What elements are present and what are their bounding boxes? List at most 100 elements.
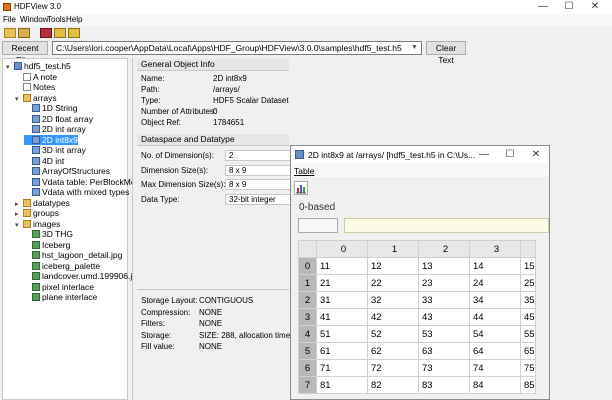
object-tree[interactable]: ▾ hdf5_test.h5 A note Notes ▾ arrays 1D String… [2, 58, 147, 400]
info-value[interactable]: 8 x 9 [225, 179, 293, 190]
row-header[interactable]: 6 [298, 359, 317, 377]
row-header[interactable]: 5 [298, 342, 317, 360]
tree-item[interactable]: plane interlace [24, 292, 97, 302]
column-header[interactable]: 2 [418, 240, 470, 258]
table-cell[interactable]: 52 [367, 325, 419, 343]
tree-item[interactable]: Vdata table: PerBlockMetad [24, 177, 147, 187]
table-cell[interactable]: 81 [316, 376, 368, 394]
column-header[interactable]: 3 [469, 240, 521, 258]
menu-help[interactable]: Help [66, 15, 82, 24]
tree-item[interactable]: ▾ images [15, 219, 60, 229]
table-cell[interactable]: 41 [316, 308, 368, 326]
tree-item[interactable]: 3D int array [24, 145, 86, 155]
table-cell[interactable]: 21 [316, 274, 368, 292]
table-cell[interactable]: 24 [469, 274, 521, 292]
chevron-down-icon[interactable]: ▼ [411, 44, 418, 51]
row-header[interactable]: 7 [298, 376, 317, 394]
table-cell[interactable]: 62 [367, 342, 419, 360]
table-cell[interactable]: 85 [520, 376, 536, 394]
tree-item[interactable]: Iceberg [24, 240, 70, 250]
row-header[interactable]: 1 [298, 274, 317, 292]
save-icon[interactable] [54, 28, 66, 38]
table-cell[interactable]: 11 [316, 257, 368, 275]
data-table[interactable]: 0123 0 11 12 13 14 15 1 21 22 23 24 25 2 31 32 33 34 35 3 4… [298, 240, 536, 394]
table-cell[interactable]: 45 [520, 308, 536, 326]
open-file-icon[interactable] [18, 28, 30, 38]
recent-files-button[interactable]: Recent Files [2, 41, 48, 65]
table-cell[interactable]: 64 [469, 342, 521, 360]
tree-item[interactable]: 1D String [24, 103, 77, 113]
info-value[interactable]: 8 x 9 [225, 164, 293, 176]
tree-item[interactable]: ArrayOfStructures [24, 166, 110, 176]
table-cell[interactable]: 25 [520, 274, 536, 292]
tree-item[interactable]: 2D int8x9 [24, 134, 78, 145]
minimize-icon[interactable]: — [471, 148, 497, 162]
menu-table[interactable]: Table [294, 166, 314, 176]
menu-tools[interactable]: Tools [47, 15, 66, 24]
table-cell[interactable]: 74 [469, 359, 521, 377]
tree-item[interactable]: iceberg_palette [24, 261, 100, 271]
table-cell[interactable]: 53 [418, 325, 470, 343]
tree-item[interactable]: Notes [15, 82, 55, 92]
table-cell[interactable]: 71 [316, 359, 368, 377]
tree-item[interactable]: ▾ hdf5_test.h5 [6, 61, 71, 71]
open-folder-icon[interactable] [4, 28, 16, 38]
clear-text-button[interactable]: Clear Text [426, 41, 466, 65]
table-cell[interactable]: 55 [520, 325, 536, 343]
row-header[interactable]: 0 [298, 257, 317, 275]
table-cell[interactable]: 23 [418, 274, 470, 292]
table-cell[interactable]: 42 [367, 308, 419, 326]
tree-item[interactable]: ▸ datatypes [15, 198, 70, 208]
tree-item[interactable]: pixel interlace [24, 282, 94, 292]
table-cell[interactable]: 51 [316, 325, 368, 343]
tree-item[interactable]: A note [15, 72, 57, 82]
chevron-down-icon[interactable]: ▾ [15, 95, 23, 105]
menu-file[interactable]: File [3, 15, 16, 24]
tree-item[interactable]: 4D int [24, 156, 64, 166]
table-cell[interactable]: 33 [418, 291, 470, 309]
table-cell[interactable]: 44 [469, 308, 521, 326]
save-as-icon[interactable] [68, 28, 80, 38]
cell-value-field[interactable] [344, 218, 549, 233]
table-cell[interactable]: 15 [520, 257, 536, 275]
row-header[interactable]: 3 [298, 308, 317, 326]
close-icon[interactable]: ✕ [523, 148, 549, 162]
table-cell[interactable]: 83 [418, 376, 470, 394]
table-cell[interactable]: 75 [520, 359, 536, 377]
maximize-icon[interactable]: ☐ [497, 148, 523, 162]
column-header[interactable]: 1 [367, 240, 419, 258]
tree-item[interactable]: ▸ groups [15, 208, 59, 218]
tree-item[interactable]: 2D float array [24, 114, 93, 124]
tree-item[interactable]: hst_lagoon_detail.jpg [24, 250, 122, 260]
table-cell[interactable]: 54 [469, 325, 521, 343]
table-cell[interactable]: 63 [418, 342, 470, 360]
menu-window[interactable]: Window [20, 15, 48, 24]
tree-item[interactable]: Vdata with mixed types [24, 187, 129, 197]
tree-item[interactable]: 3D THG [24, 229, 73, 239]
chevron-down-icon[interactable]: ▾ [15, 221, 23, 231]
tree-item[interactable]: ▾ arrays [15, 93, 57, 103]
table-cell[interactable]: 61 [316, 342, 368, 360]
column-header[interactable] [520, 240, 536, 258]
tree-item[interactable]: 2D int array [24, 124, 86, 134]
file-path-input[interactable]: C:\Users\lori.cooper\AppData\Local\Apps\… [52, 41, 422, 55]
table-cell[interactable]: 73 [418, 359, 470, 377]
table-cell[interactable]: 72 [367, 359, 419, 377]
table-cell[interactable]: 34 [469, 291, 521, 309]
users-guide-icon[interactable] [40, 28, 52, 38]
table-cell[interactable]: 82 [367, 376, 419, 394]
close-icon[interactable]: ✕ [582, 0, 608, 14]
table-cell[interactable]: 35 [520, 291, 536, 309]
chevron-down-icon[interactable]: ▾ [6, 63, 14, 73]
row-header[interactable]: 4 [298, 325, 317, 343]
table-cell[interactable]: 12 [367, 257, 419, 275]
table-cell[interactable]: 65 [520, 342, 536, 360]
tree-item[interactable]: landcover.umd.199906.jpg [24, 271, 142, 281]
table-cell[interactable]: 31 [316, 291, 368, 309]
minimize-icon[interactable]: — [530, 0, 556, 14]
info-value[interactable]: 32-bit integer [225, 193, 293, 205]
table-cell[interactable]: 84 [469, 376, 521, 394]
table-cell[interactable]: 43 [418, 308, 470, 326]
column-header[interactable]: 0 [316, 240, 368, 258]
table-cell[interactable]: 32 [367, 291, 419, 309]
